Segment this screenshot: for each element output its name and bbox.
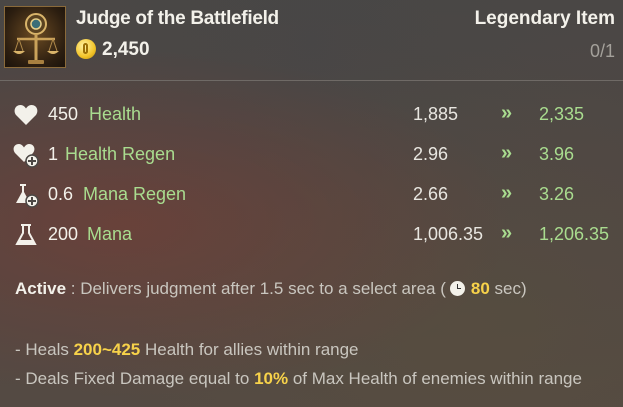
effect-line: - Heals 200~425 Health for allies within… bbox=[15, 340, 359, 360]
item-name: Judge of the Battlefield bbox=[76, 8, 279, 29]
effect-highlight: 200~425 bbox=[73, 340, 141, 359]
gold-coin-icon bbox=[76, 39, 96, 59]
effect-line: - Deals Fixed Damage equal to 10% of Max… bbox=[15, 369, 582, 389]
heart-icon bbox=[14, 105, 38, 125]
stat-new-value: 2,335 bbox=[539, 104, 585, 124]
flask-icon bbox=[15, 224, 37, 245]
stat-current-value: 1,006.35 bbox=[413, 224, 484, 244]
stat-row-mana: 200 Mana 1,006.35 » 1,206.35 bbox=[0, 218, 623, 254]
stat-amount: 450 bbox=[48, 104, 79, 124]
cooldown-suffix: sec) bbox=[489, 279, 527, 298]
stat-name: Mana bbox=[87, 224, 133, 244]
active-ability: Active : Delivers judgment after 1.5 sec… bbox=[15, 279, 527, 299]
effect-prefix: - Heals bbox=[15, 340, 74, 359]
stat-current-value: 2.96 bbox=[413, 144, 449, 164]
scales-icon bbox=[13, 13, 59, 64]
clock-icon bbox=[449, 281, 465, 296]
stat-amount: 200 bbox=[48, 224, 79, 244]
stat-new-value: 3.96 bbox=[539, 144, 575, 164]
stat-row-health: 450 Health 1,885 » 2,335 bbox=[0, 98, 623, 134]
stat-new-value: 1,206.35 bbox=[539, 224, 610, 244]
effect-highlight: 10% bbox=[254, 369, 289, 388]
cooldown-value: 80 bbox=[470, 279, 490, 298]
effect-suffix: Health for allies within range bbox=[140, 340, 359, 359]
effect-suffix: of Max Health of enemies within range bbox=[288, 369, 582, 388]
item-header: Judge of the Battlefield 2,450 Legendary… bbox=[0, 0, 623, 80]
effect-prefix: - Deals Fixed Damage equal to bbox=[15, 369, 255, 388]
item-price: 2,450 bbox=[102, 39, 150, 60]
stat-current-value: 1,885 bbox=[413, 104, 459, 124]
active-description: : Delivers judgment after 1.5 sec to a s… bbox=[66, 279, 446, 298]
increase-arrow-icon: » bbox=[501, 222, 512, 244]
item-icon-frame bbox=[4, 6, 66, 68]
stat-amount: 0.6 bbox=[48, 184, 74, 204]
stat-row-mana-regen: 0.6 Mana Regen 2.66 » 3.26 bbox=[0, 178, 623, 214]
stat-amount: 1 bbox=[48, 144, 59, 164]
health-regen-icon bbox=[13, 144, 39, 168]
item-count: 0/1 bbox=[589, 41, 615, 61]
stat-name: Health Regen bbox=[65, 144, 176, 164]
increase-arrow-icon: » bbox=[501, 102, 512, 124]
stat-name: Health bbox=[89, 104, 142, 124]
increase-arrow-icon: » bbox=[501, 182, 512, 204]
active-label: Active bbox=[15, 279, 67, 298]
stat-current-value: 2.66 bbox=[413, 184, 449, 204]
stat-name: Mana Regen bbox=[83, 184, 187, 204]
stat-row-health-regen: 1 Health Regen 2.96 » 3.96 bbox=[0, 138, 623, 174]
item-rarity: Legendary Item bbox=[474, 8, 615, 29]
stat-new-value: 3.26 bbox=[539, 184, 575, 204]
header-divider bbox=[0, 80, 623, 81]
mana-regen-icon bbox=[16, 184, 39, 208]
increase-arrow-icon: » bbox=[501, 142, 512, 164]
